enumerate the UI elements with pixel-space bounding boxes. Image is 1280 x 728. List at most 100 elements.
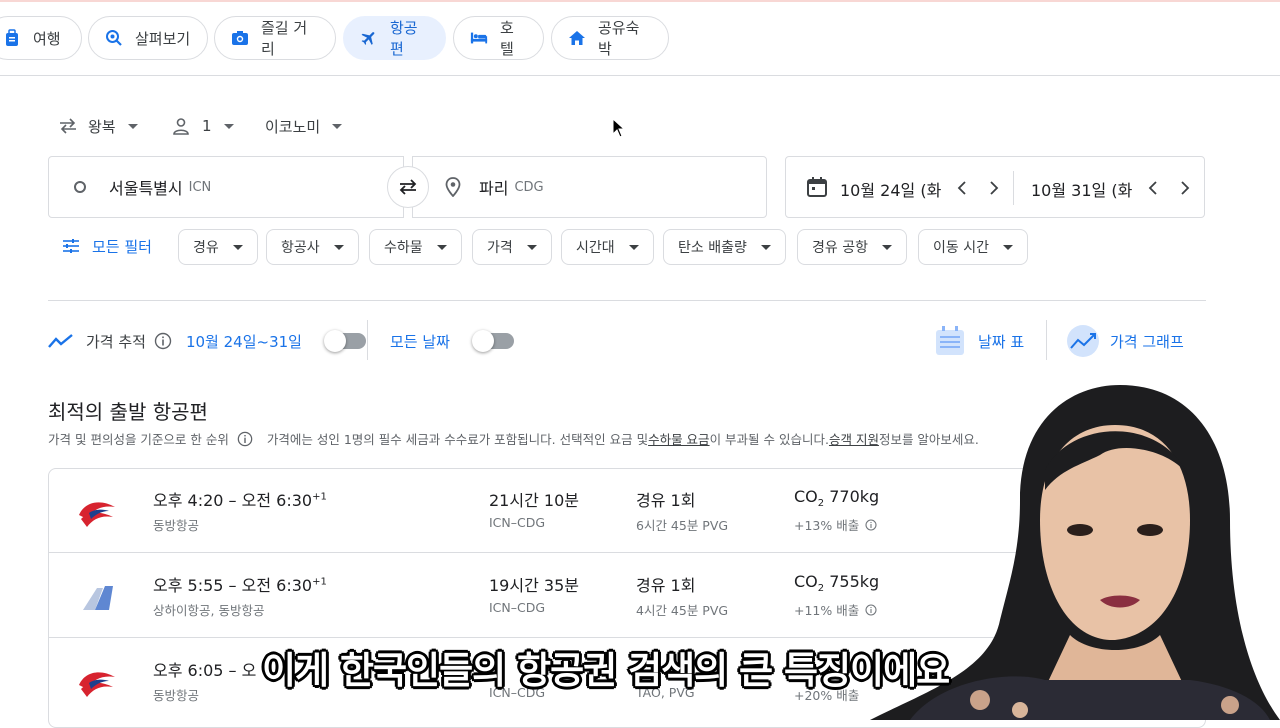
depart-date[interactable]: 10월 24일 (화 [840,177,941,201]
next-day-marker: +1 [312,491,327,503]
chevron-down-icon [436,244,447,250]
chevron-down-icon [232,244,243,250]
china-eastern-logo [75,659,119,703]
tab-label: 즐길 거리 [261,19,308,58]
track-range-toggle[interactable] [323,330,366,352]
location-pin-icon [445,177,461,197]
cabin-class-select[interactable]: 이코노미 [265,112,343,140]
flight-times: 오후 4:20 – 오전 6:30+1 [153,487,327,511]
any-dates-label: 모든 날짜 [390,332,450,351]
filter-label: 시간대 [576,240,615,256]
filter-label: 수하물 [384,240,423,256]
filter-connecting-airports[interactable]: 경유 공항 [797,229,907,265]
chevron-down-icon [881,244,892,250]
all-filters-button[interactable]: 모든 필터 [62,233,152,259]
tab-label: 여행 [33,29,61,48]
flight-stops: 경유 1회 [636,491,696,510]
return-prev-day-button[interactable] [1145,180,1161,196]
layover-detail: 4시간 45분 PVG [636,603,729,618]
origin-circle-icon [73,180,87,194]
info-icon[interactable] [237,431,253,447]
co2-label: CO [794,487,818,506]
flight-times: 오후 6:05 – 오 [153,657,256,681]
swap-locations-button[interactable] [387,166,429,208]
chevron-down-icon [333,244,344,250]
mouse-cursor-icon [612,117,626,142]
chevron-left-icon [1148,181,1157,195]
passenger-select[interactable]: 1 [172,112,234,140]
return-next-day-button[interactable] [1177,180,1193,196]
baggage-fees-link[interactable]: 수하물 요금 [648,429,709,448]
airline-name: 동방항공 [153,688,200,703]
date-grid-label: 날짜 표 [978,332,1025,351]
filter-duration[interactable]: 이동 시간 [918,229,1028,265]
flight-stops: 경유 1회 [636,576,696,595]
flight-route: ICN–CDG [489,600,546,615]
china-eastern-logo [75,489,119,533]
trip-type-value: 왕복 [88,117,116,136]
tab-things-to-do[interactable]: 즐길 거리 [214,16,336,60]
filter-bags[interactable]: 수하물 [369,229,462,265]
time-range: 오후 6:05 – 오 [153,661,257,680]
chevron-down-icon [1002,244,1013,250]
emission-percent: +11% 배출 [794,603,860,618]
chevron-left-icon [957,181,966,195]
toggle-knob [471,330,494,352]
filter-label: 경유 [193,240,219,256]
origin-field[interactable]: 서울특별시 ICN [48,156,404,218]
chevron-down-icon [127,123,138,129]
filter-label: 경유 공항 [812,240,868,256]
calendar-icon [806,176,828,198]
sort-note: 가격 및 편의성을 기준으로 한 순위 [48,432,229,447]
top-accent-line [0,0,1280,2]
depart-next-day-button[interactable] [986,180,1002,196]
date-range-field[interactable]: 10월 24일 (화 10월 31일 (화 [785,156,1205,218]
destination-field[interactable]: 파리 CDG [412,156,767,218]
flight-times: 오후 5:55 – 오전 6:30+1 [153,572,327,596]
emission-detail: +11% 배출 [794,600,877,619]
tab-label: 항공편 [390,19,418,58]
house-icon [568,29,586,47]
destination-city: 파리 [479,179,509,198]
tab-explore[interactable]: 살펴보기 [88,16,208,60]
price-graph-icon [1066,324,1100,358]
chevron-right-icon [990,181,999,195]
tab-hotels[interactable]: 호텔 [453,16,544,60]
date-grid-button[interactable]: 날짜 표 [934,322,1024,360]
chevron-down-icon [628,244,639,250]
luggage-icon [3,29,21,47]
info-icon[interactable] [154,332,172,350]
tab-travel[interactable]: 여행 [0,16,82,60]
chevron-down-icon [526,244,537,250]
filter-stops[interactable]: 경유 [178,229,258,265]
camera-icon [231,29,249,47]
tab-vacation-rentals[interactable]: 공유숙박 [551,16,669,60]
tab-flights[interactable]: 항공편 [343,16,446,60]
next-day-marker: +1 [312,576,327,588]
vertical-separator [1046,320,1047,360]
chevron-down-icon [223,123,234,129]
filter-airlines[interactable]: 항공사 [266,229,359,265]
return-date[interactable]: 10월 31일 (화 [1031,177,1132,201]
emission-percent: +13% 배출 [794,518,860,533]
flight-duration: 21시간 10분 [489,491,579,510]
filter-emissions[interactable]: 탄소 배출량 [663,229,786,265]
filter-price[interactable]: 가격 [472,229,552,265]
track-prices: 가격 추적 10월 24일~31일 [48,327,366,355]
any-dates-toggle[interactable] [471,330,514,352]
depart-prev-day-button[interactable] [954,180,970,196]
airplane-icon [360,29,378,47]
origin-code: ICN [188,179,212,195]
airline-name: 상하이항공, 동방항공 [153,603,265,618]
trip-type-select[interactable]: 왕복 [58,112,138,140]
filter-label: 탄소 배출량 [678,240,747,256]
price-note-part1: 가격에는 성인 1명의 필수 세금과 수수료가 포함됩니다. 선택적인 요금 및 [266,432,649,447]
emission-detail: +13% 배출 [794,515,877,534]
price-graph-button[interactable]: 가격 그래프 [1066,322,1184,360]
filter-label: 가격 [487,240,513,256]
nav-divider [0,75,1280,76]
filter-times[interactable]: 시간대 [561,229,654,265]
toggle-knob [323,330,346,352]
filter-label: 이동 시간 [933,240,989,256]
co2-emissions: CO2 770kg [794,487,880,510]
